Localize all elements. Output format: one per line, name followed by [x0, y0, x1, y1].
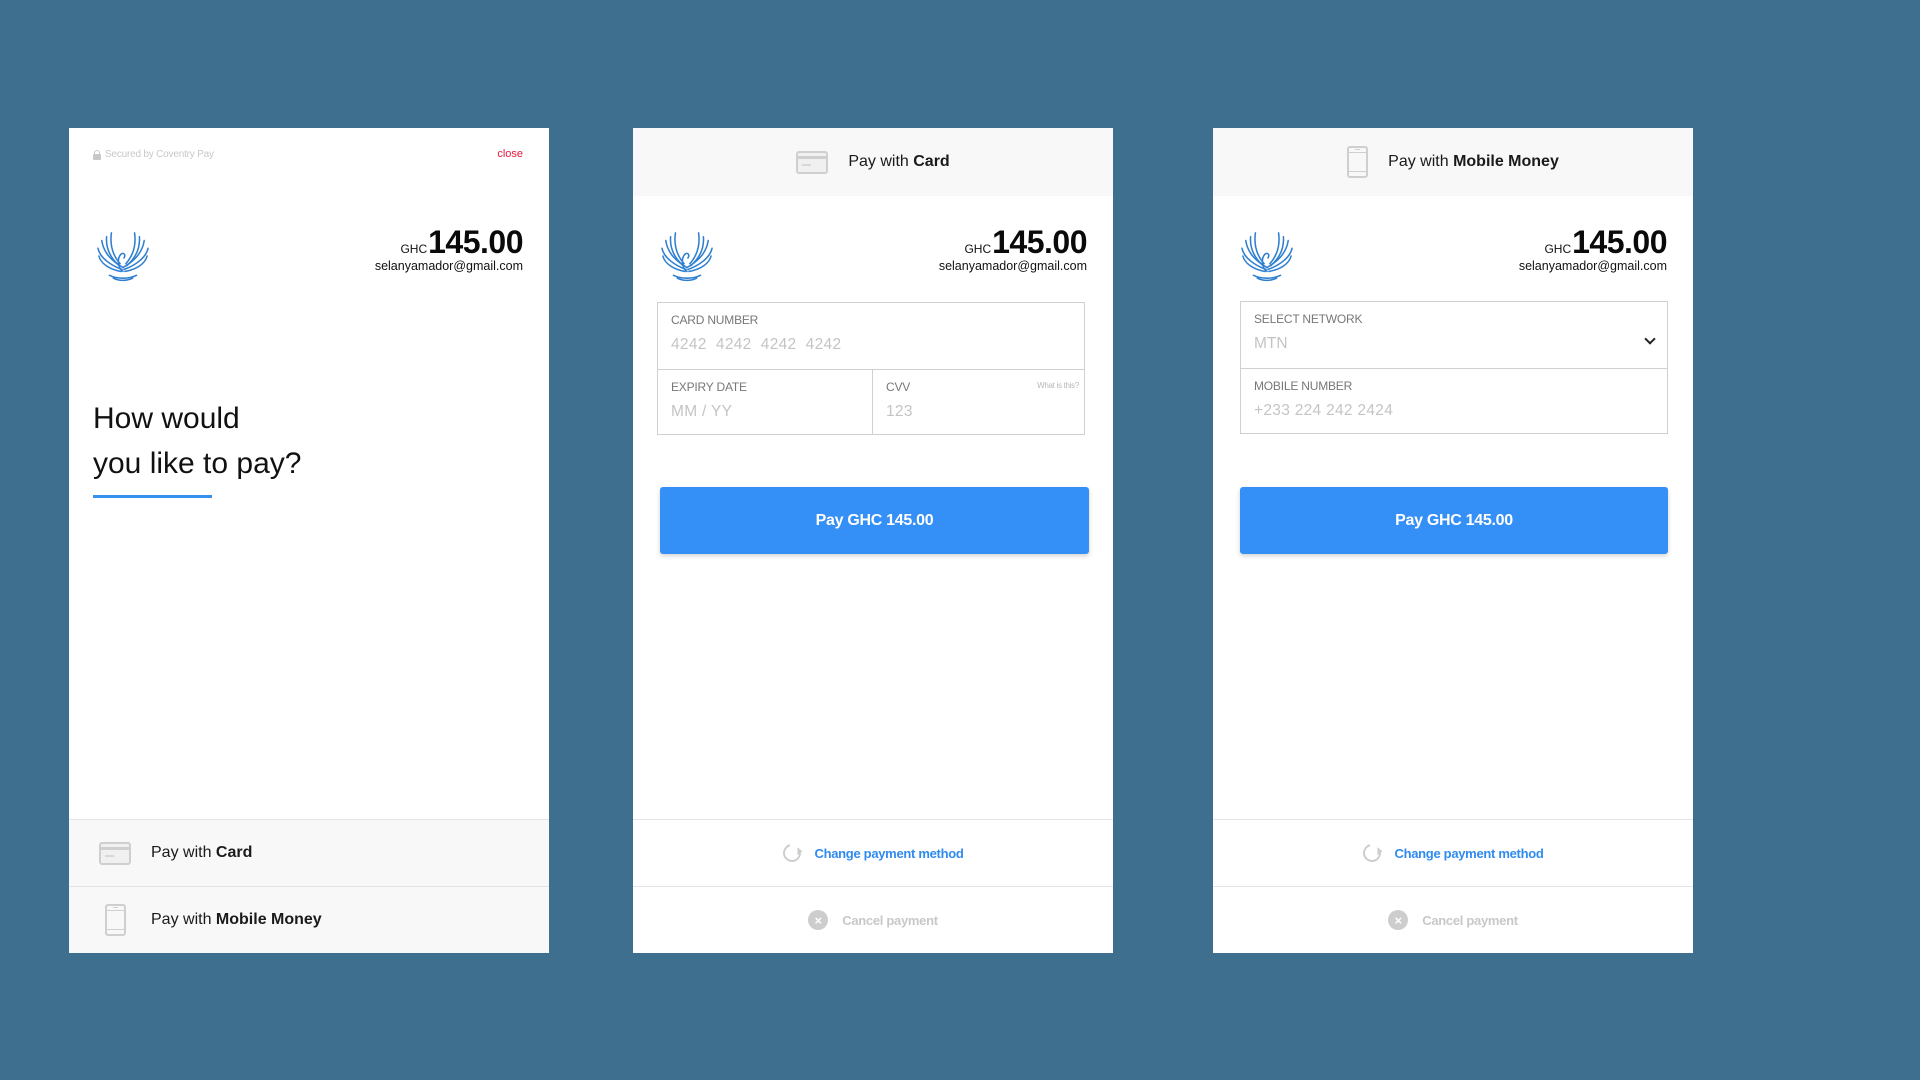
customer-email: selanyamador@gmail.com	[374, 259, 523, 273]
close-link[interactable]: close	[497, 148, 523, 160]
option-method: Mobile Money	[215, 911, 322, 928]
credit-card-icon	[99, 841, 131, 865]
option-prefix: Pay with	[151, 911, 216, 928]
customer-email: selanyamador@gmail.com	[1518, 259, 1667, 273]
page-title: How would you like to pay?	[93, 396, 301, 486]
change-payment-method-button[interactable]: Change payment method	[1213, 819, 1693, 886]
expiry-date-field: EXPIRY DATE	[658, 370, 872, 436]
change-payment-method-label: Change payment method	[1394, 845, 1544, 861]
cancel-payment-button[interactable]: × Cancel payment	[1213, 886, 1693, 953]
cvv-field: CVV What is this?	[873, 370, 1086, 436]
header-prefix: Pay with	[848, 153, 914, 170]
cancel-payment-label: Cancel payment	[1422, 912, 1518, 928]
secured-by-badge: Secured by Coventry Pay	[93, 149, 214, 160]
pay-button[interactable]: Pay GHC 145.00	[1240, 487, 1668, 554]
currency-code: GHC	[1544, 242, 1572, 256]
option-prefix: Pay with	[151, 844, 216, 861]
amount-value: 145.00	[428, 224, 523, 260]
refresh-icon	[779, 840, 804, 866]
header-method: Card	[913, 153, 950, 170]
cvv-input[interactable]	[886, 403, 1073, 421]
credit-card-icon	[796, 150, 829, 174]
currency-code: GHC	[964, 242, 992, 256]
change-payment-method-button[interactable]: Change payment method	[633, 819, 1113, 886]
pay-with-mobile-money-option[interactable]: Pay with Mobile Money	[69, 886, 549, 953]
currency-code: GHC	[400, 242, 428, 256]
network-label: SELECT NETWORK	[1254, 312, 1363, 326]
card-form: CARD NUMBER EXPIRY DATE CVV What is this…	[657, 302, 1085, 435]
option-label: Pay with Card	[151, 844, 252, 862]
header-method: Mobile Money	[1453, 153, 1559, 170]
change-payment-method-label: Change payment method	[814, 845, 964, 861]
amount-value: 145.00	[992, 224, 1087, 260]
pay-with-card-option[interactable]: Pay with Card	[69, 819, 549, 886]
close-circle-icon: ×	[1388, 910, 1409, 930]
merchant-logo	[97, 232, 149, 282]
option-label: Pay with Mobile Money	[151, 911, 322, 929]
merchant-logo	[1241, 232, 1293, 282]
title-line-2: you like to pay?	[93, 447, 302, 480]
close-circle-icon: ×	[808, 910, 829, 930]
customer-email: selanyamador@gmail.com	[938, 259, 1087, 273]
payment-method-selection-panel: Secured by Coventry Pay close GHC 145.00…	[69, 128, 549, 953]
mobile-phone-icon	[104, 904, 126, 936]
title-line-1: How would	[93, 402, 240, 435]
merchant-logo	[661, 232, 713, 282]
mobile-number-field: MOBILE NUMBER	[1241, 369, 1669, 435]
mobile-number-label: MOBILE NUMBER	[1254, 379, 1353, 393]
secured-text: Secured by Coventry Pay	[105, 149, 214, 160]
header-prefix: Pay with	[1388, 153, 1454, 170]
refresh-icon	[1359, 840, 1384, 866]
card-number-input[interactable]	[671, 336, 1073, 354]
pay-button[interactable]: Pay GHC 145.00	[660, 487, 1089, 554]
card-number-label: CARD NUMBER	[671, 313, 759, 327]
cvv-help-link[interactable]: What is this?	[1037, 381, 1079, 390]
panel-header: Pay with Mobile Money	[1213, 128, 1693, 196]
header-title: Pay with Mobile Money	[1388, 153, 1559, 171]
mobile-phone-icon	[1347, 146, 1369, 178]
mobile-money-form: SELECT NETWORK MTN MOBILE NUMBER	[1240, 301, 1668, 434]
cancel-payment-label: Cancel payment	[842, 912, 938, 928]
cancel-payment-button[interactable]: × Cancel payment	[633, 886, 1113, 953]
lock-icon	[93, 149, 101, 160]
card-payment-panel: Pay with Card GHC 145.00 selanyamador@gm…	[633, 128, 1113, 953]
title-underline	[93, 495, 212, 498]
amount-summary: GHC 145.00 selanyamador@gmail.com	[1518, 224, 1668, 273]
mobile-number-input[interactable]	[1254, 402, 1656, 420]
expiry-date-label: EXPIRY DATE	[671, 380, 747, 394]
card-number-field: CARD NUMBER	[658, 303, 1086, 369]
option-method: Card	[215, 844, 253, 861]
mobile-money-payment-panel: Pay with Mobile Money GHC 145.00 selanya…	[1213, 128, 1693, 953]
network-select[interactable]: SELECT NETWORK MTN	[1241, 302, 1669, 368]
header-title: Pay with Card	[848, 153, 949, 171]
amount-summary: GHC 145.00 selanyamador@gmail.com	[374, 224, 524, 273]
network-selected-value: MTN	[1254, 335, 1288, 352]
amount-summary: GHC 145.00 selanyamador@gmail.com	[938, 224, 1088, 273]
panel-header: Pay with Card	[633, 128, 1113, 196]
expiry-date-input[interactable]	[671, 403, 859, 421]
amount-value: 145.00	[1572, 224, 1667, 260]
